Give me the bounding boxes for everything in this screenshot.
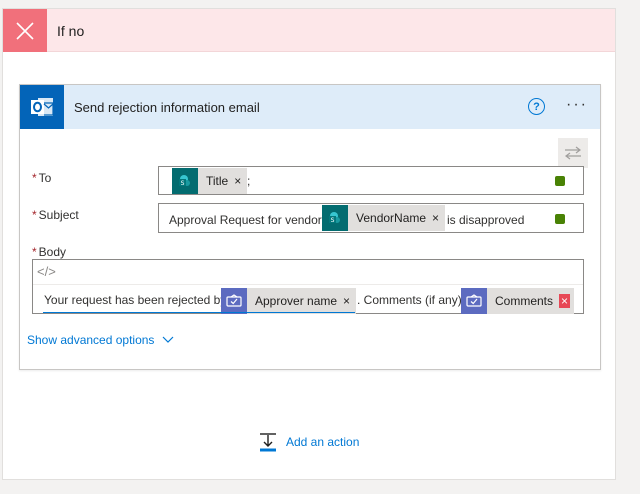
body-token-approver-name[interactable]: Approver name ×: [221, 288, 357, 314]
body-label: * Body: [32, 245, 67, 259]
action-title: Send rejection information email: [74, 100, 260, 115]
body-field[interactable]: Your request has been rejected by Approv…: [32, 259, 584, 314]
to-token-title[interactable]: S Title ×: [172, 168, 248, 194]
code-view-icon[interactable]: </>: [37, 264, 56, 279]
valid-status-icon: [555, 214, 565, 224]
svg-text:S: S: [181, 180, 185, 187]
branch-title: If no: [57, 23, 85, 39]
remove-token-icon[interactable]: ×: [432, 211, 445, 225]
help-icon[interactable]: ?: [528, 98, 545, 115]
add-action-icon: [260, 433, 276, 452]
svg-text:S: S: [331, 217, 335, 224]
close-icon[interactable]: [3, 9, 47, 52]
to-field[interactable]: S Title × ;: [158, 166, 584, 195]
to-label: * To: [32, 171, 52, 185]
sharepoint-icon: S: [322, 205, 348, 231]
outlook-icon: [20, 85, 64, 129]
if-no-branch: If no Send rejection information email ?…: [2, 8, 616, 480]
more-options-icon[interactable]: ···: [566, 96, 588, 114]
chevron-down-icon: [163, 336, 174, 343]
add-an-action-button[interactable]: Add an action: [258, 432, 359, 452]
valid-status-icon: [555, 176, 565, 186]
approvals-icon: [221, 288, 247, 314]
subject-label: * Subject: [32, 208, 79, 222]
show-advanced-options-link[interactable]: Show advanced options: [27, 333, 174, 347]
approvals-icon: [461, 288, 487, 314]
subject-field[interactable]: Approval Request for vendor S VendorName…: [158, 203, 584, 233]
switch-input-mode-icon[interactable]: [558, 138, 588, 168]
remove-token-icon[interactable]: ×: [234, 174, 247, 188]
remove-token-icon[interactable]: ×: [343, 294, 356, 308]
action-card-header[interactable]: Send rejection information email ? ···: [20, 85, 600, 129]
toolbar-divider: [33, 284, 583, 285]
branch-header: If no: [3, 9, 615, 52]
body-token-comments[interactable]: Comments ×: [461, 288, 575, 314]
remove-token-icon[interactable]: ×: [559, 294, 571, 308]
sharepoint-icon: S: [172, 168, 198, 194]
body-focus-underline: [43, 312, 355, 313]
subject-token-vendorname[interactable]: S VendorName ×: [322, 205, 446, 231]
